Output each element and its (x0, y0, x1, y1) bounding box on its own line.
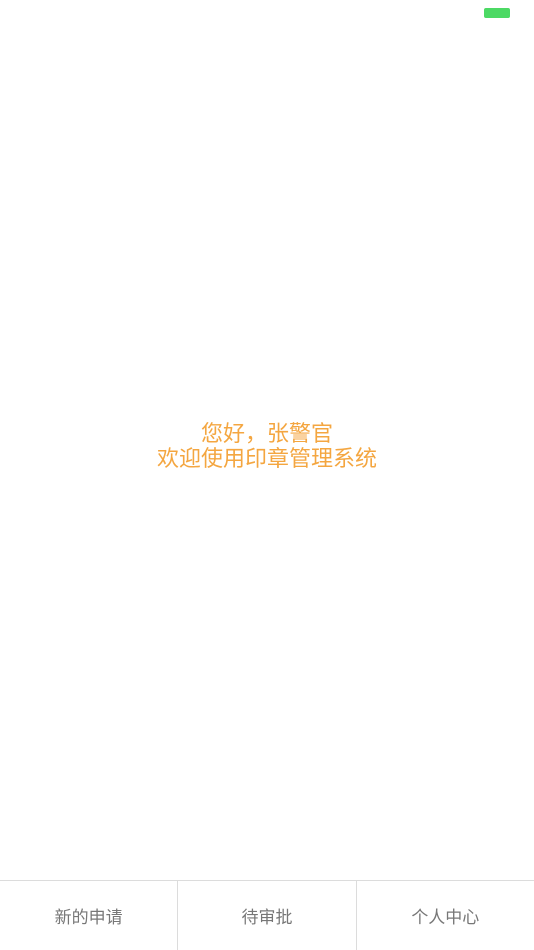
battery-icon (484, 8, 510, 18)
welcome-text: 欢迎使用印章管理系统 (156, 447, 377, 472)
app-screen: 您好，张警官 欢迎使用印章管理系统 新的申请 待审批 个人中心 (0, 0, 534, 950)
status-bar (0, 0, 534, 28)
bottom-tab-bar: 新的申请 待审批 个人中心 (0, 880, 534, 950)
tab-new-application[interactable]: 新的申请 (0, 881, 177, 950)
tab-personal-center[interactable]: 个人中心 (355, 881, 534, 950)
welcome-message: 您好，张警官 欢迎使用印章管理系统 (0, 422, 534, 472)
tab-label: 新的申请 (54, 908, 123, 928)
tab-label: 个人中心 (411, 908, 480, 928)
greeting-text: 您好，张警官 (200, 422, 333, 447)
tab-pending-approval[interactable]: 待审批 (177, 881, 355, 950)
tab-label: 待审批 (241, 908, 293, 928)
